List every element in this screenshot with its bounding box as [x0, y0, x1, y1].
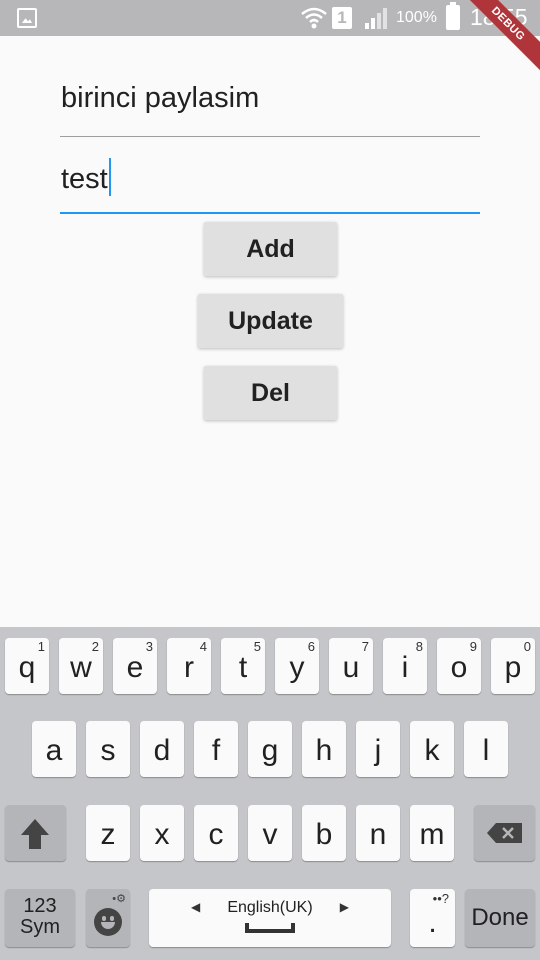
language-right-arrow-icon: ▶ [339, 900, 349, 914]
key-j[interactable]: j [356, 721, 400, 777]
key-label: x [154, 818, 170, 851]
key-y[interactable]: y6 [275, 638, 319, 694]
key-hint: 0 [523, 639, 531, 654]
key-label: i [401, 651, 409, 684]
key-hint: 2 [91, 639, 99, 654]
key-hint: 9 [469, 639, 477, 654]
key-x[interactable]: x [140, 805, 184, 861]
emoji-icon [94, 908, 122, 936]
key-label: s [100, 734, 116, 767]
key-d[interactable]: d [140, 721, 184, 777]
period-key-hint: ••? [432, 891, 449, 906]
space-key[interactable]: ◀ English(UK) ▶ [149, 889, 391, 947]
key-label: h [315, 734, 333, 767]
period-key[interactable]: ••? . [410, 889, 455, 947]
key-e[interactable]: e3 [113, 638, 157, 694]
key-label: g [261, 734, 279, 767]
key-label: m [419, 818, 445, 851]
battery-percent: 100% [396, 9, 437, 26]
key-label: n [369, 818, 387, 851]
key-hint: 5 [253, 639, 261, 654]
key-f[interactable]: f [194, 721, 238, 777]
key-t[interactable]: t5 [221, 638, 265, 694]
status-bar: 1 100% 18:55 [0, 0, 540, 36]
symbols-key-line1: 123 [23, 895, 57, 917]
settings-gear-icon: •⚙ [112, 893, 126, 905]
signal-icon [365, 8, 387, 29]
key-label: v [262, 818, 278, 851]
emoji-key[interactable]: •⚙ [86, 889, 130, 947]
soft-keyboard: q1w2e3r4t5y6u7i8o9p0 asdfghjkl zxcvbnm 1… [0, 627, 540, 960]
key-s[interactable]: s [86, 721, 130, 777]
key-h[interactable]: h [302, 721, 346, 777]
key-g[interactable]: g [248, 721, 292, 777]
key-i[interactable]: i8 [383, 638, 427, 694]
add-button[interactable]: Add [204, 222, 337, 276]
key-l[interactable]: l [464, 721, 508, 777]
update-button[interactable]: Update [198, 294, 343, 348]
key-label: r [184, 651, 194, 684]
done-key[interactable]: Done [465, 889, 535, 947]
shift-key[interactable] [5, 805, 66, 861]
key-q[interactable]: q1 [5, 638, 49, 694]
key-label: w [70, 651, 92, 684]
key-label: e [126, 651, 144, 684]
keyboard-language-label: English(UK) [227, 899, 313, 916]
wifi-icon [301, 7, 327, 29]
body-input[interactable]: test [60, 150, 480, 214]
key-hint: 3 [145, 639, 153, 654]
title-input-value: birinci paylasim [61, 82, 260, 114]
key-label: b [315, 818, 333, 851]
key-hint: 7 [361, 639, 369, 654]
key-v[interactable]: v [248, 805, 292, 861]
sim-slot-indicator: 1 [332, 7, 352, 29]
body-input-value-wrapper: test [61, 158, 111, 196]
key-b[interactable]: b [302, 805, 346, 861]
key-w[interactable]: w2 [59, 638, 103, 694]
delete-button[interactable]: Del [204, 366, 337, 420]
key-hint: 1 [37, 639, 45, 654]
title-input[interactable]: birinci paylasim [60, 60, 480, 137]
key-r[interactable]: r4 [167, 638, 211, 694]
key-hint: 6 [307, 639, 315, 654]
key-label: t [238, 651, 248, 684]
text-cursor [108, 158, 111, 196]
key-label: q [18, 651, 36, 684]
key-label: o [450, 651, 468, 684]
body-input-value: test [61, 163, 108, 195]
key-hint: 4 [199, 639, 207, 654]
key-label: c [208, 818, 224, 851]
period-key-label: . [428, 906, 437, 939]
key-label: z [100, 818, 116, 851]
key-z[interactable]: z [86, 805, 130, 861]
key-label: k [424, 734, 440, 767]
key-k[interactable]: k [410, 721, 454, 777]
key-label: a [45, 734, 63, 767]
space-bar-icon [245, 923, 295, 933]
key-o[interactable]: o9 [437, 638, 481, 694]
key-m[interactable]: m [410, 805, 454, 861]
key-label: u [342, 651, 360, 684]
key-n[interactable]: n [356, 805, 400, 861]
backspace-icon [487, 823, 522, 843]
key-c[interactable]: c [194, 805, 238, 861]
shift-arrow-icon [21, 819, 49, 849]
key-hint: 8 [415, 639, 423, 654]
image-notification-icon [17, 8, 37, 28]
symbols-key-line2: Sym [20, 916, 60, 938]
key-label: f [211, 734, 221, 767]
key-label: d [153, 734, 171, 767]
key-label: y [289, 651, 305, 684]
key-a[interactable]: a [32, 721, 76, 777]
battery-icon [446, 2, 460, 30]
key-label: p [504, 651, 522, 684]
symbols-key[interactable]: 123 Sym [5, 889, 75, 947]
backspace-key[interactable] [474, 805, 535, 861]
key-label: j [374, 734, 382, 767]
key-u[interactable]: u7 [329, 638, 373, 694]
key-p[interactable]: p0 [491, 638, 535, 694]
key-label: l [482, 734, 490, 767]
